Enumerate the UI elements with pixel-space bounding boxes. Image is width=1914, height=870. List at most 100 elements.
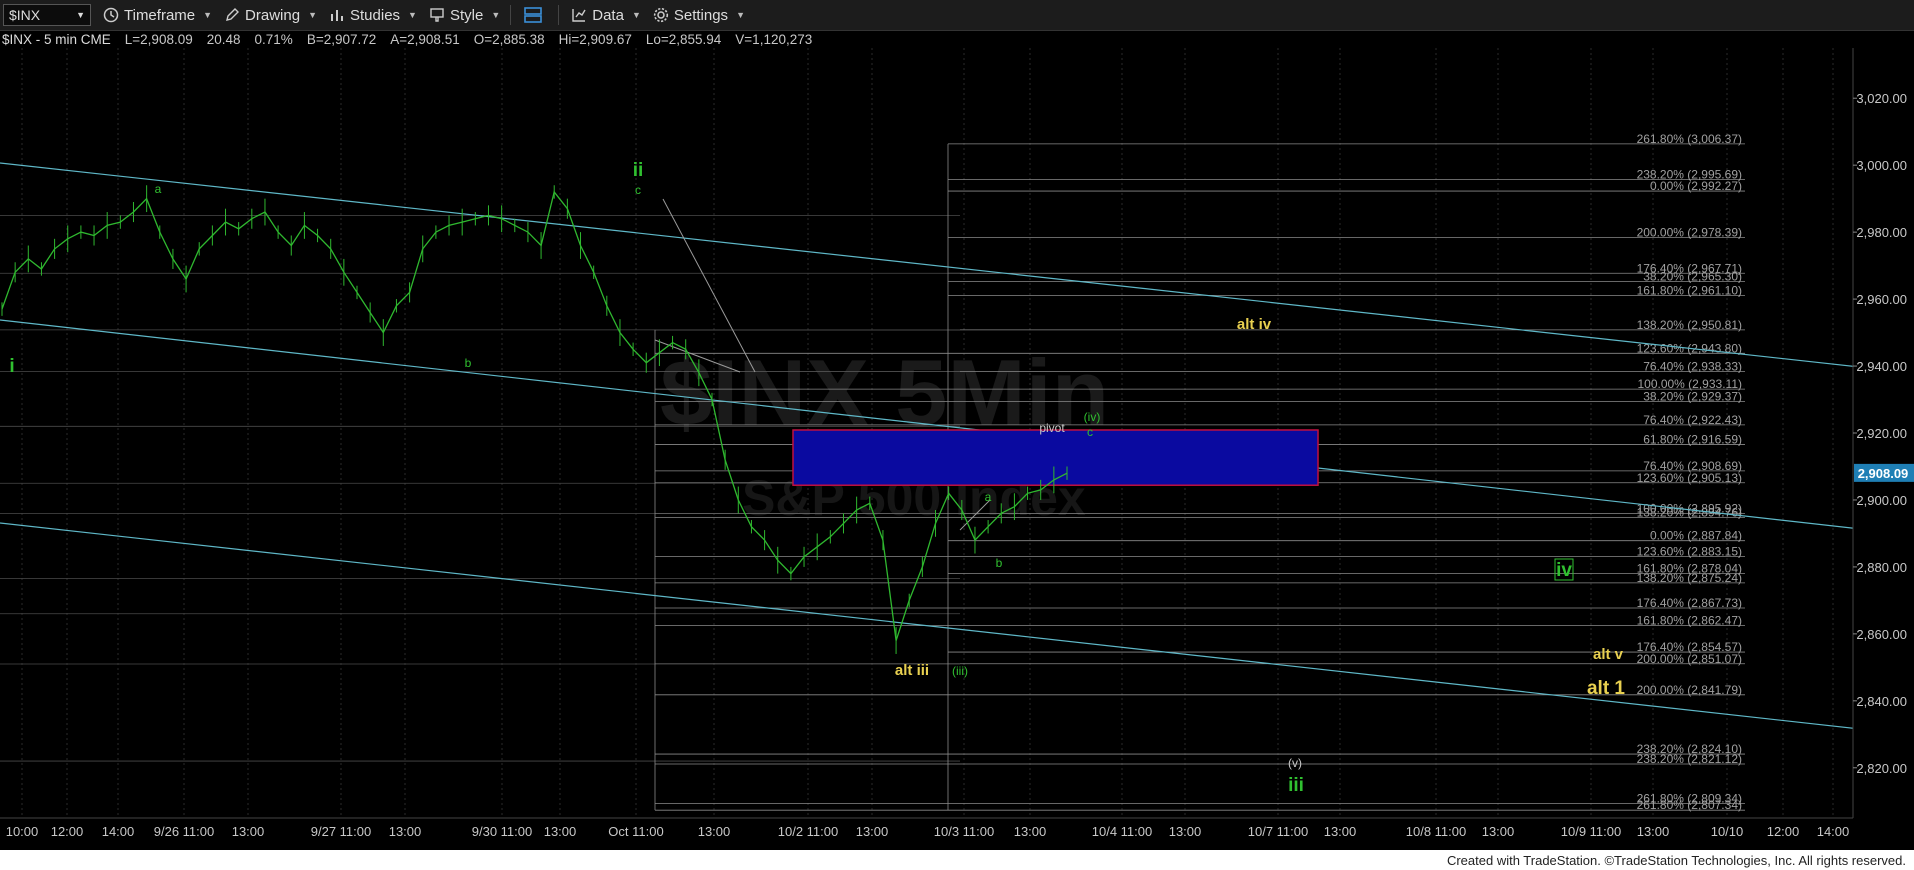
gear-icon <box>653 7 668 23</box>
price-tick-label: 2,920.00 <box>1856 426 1907 441</box>
fib-level-label: 38.20% (2,965.30) <box>1643 269 1742 283</box>
quote-info-bar: $INX - 5 min CME L=2,908.09 20.48 0.71% … <box>0 30 812 48</box>
high-value: Hi=2,909.67 <box>558 31 632 47</box>
studies-label: Studies <box>350 6 401 24</box>
time-tick-label: 13:00 <box>1482 824 1515 839</box>
symbol-info: $INX - 5 min CME <box>2 31 111 47</box>
bar-chart-icon <box>331 10 343 21</box>
caret-icon: ▼ <box>631 10 641 20</box>
time-tick-label: 10/10 <box>1711 824 1744 839</box>
caret-icon: ▼ <box>491 10 501 20</box>
wave-label: iv <box>1556 560 1572 581</box>
fib-level-label: 138.20% (2,894.76) <box>1637 505 1742 519</box>
wave-label: pivot <box>1039 421 1065 435</box>
caret-icon: ▼ <box>308 10 317 20</box>
wave-label: alt v <box>1593 646 1624 663</box>
symbol-text: $INX <box>9 7 41 23</box>
style-label: Style <box>449 6 484 24</box>
wave-label: (iii) <box>952 664 968 678</box>
style-menu[interactable]: Style ▼ <box>429 7 500 24</box>
wave-label: iii <box>1288 775 1304 796</box>
time-tick-label: 13:00 <box>698 824 731 839</box>
wave-label: b <box>996 556 1003 570</box>
change-value: 20.48 <box>206 31 241 47</box>
copyright-footer: Created with TradeStation. ©TradeStation… <box>1446 853 1906 868</box>
wave-label: alt 1 <box>1587 678 1625 699</box>
price-tick-label: 2,880.00 <box>1856 560 1907 575</box>
price-tick-label: 2,940.00 <box>1856 359 1907 374</box>
wave-label: b <box>465 356 472 370</box>
wave-label: a <box>985 490 992 504</box>
caret-icon: ▼ <box>736 10 745 20</box>
fib-level-label: 161.80% (2,862.47) <box>1637 614 1742 628</box>
wave-label: c <box>635 183 641 197</box>
fib-level-label: 76.40% (2,938.33) <box>1643 360 1742 374</box>
time-tick-label: 10/7 11:00 <box>1248 824 1308 839</box>
price-chart[interactable]: $INX 5Min S&P 500 Index 261.80% (3,006.3… <box>0 0 1914 870</box>
time-tick-label: 14:00 <box>1817 824 1850 839</box>
toolbar: $INX ▼ Timeframe ▼ Drawing ▼ Studies ▼ Styl… <box>0 0 1914 31</box>
price-axis: 3,020.00 3,000.00 2,980.00 2,960.00 2,940.00… <box>1852 48 1914 818</box>
wave-label: (iv) <box>1084 410 1101 424</box>
time-tick-label: 10/8 11:00 <box>1406 824 1466 839</box>
fib-level-label: 200.00% (2,978.39) <box>1637 226 1742 240</box>
fib-level-label: 200.00% (2,851.07) <box>1637 652 1742 666</box>
low-value: Lo=2,855.94 <box>645 31 722 47</box>
bid-value: B=2,907.72 <box>306 31 377 47</box>
timeframe-menu[interactable]: Timeframe ▼ <box>103 7 212 24</box>
drawing-label: Drawing <box>245 6 301 24</box>
ask-value: A=2,908.51 <box>390 31 460 47</box>
time-tick-label: 13:00 <box>232 824 265 839</box>
time-axis: 10:00 12:00 14:00 9/26 11:00 13:00 9/27 11:00… <box>0 817 1853 839</box>
data-icon <box>572 9 586 22</box>
fib-level-label: 200.00% (2,841.79) <box>1637 683 1742 697</box>
time-tick-label: 13:00 <box>1324 824 1357 839</box>
time-tick-label: 10/3 11:00 <box>934 824 994 839</box>
fib-level-label: 123.60% (2,905.13) <box>1637 471 1742 485</box>
brush-icon <box>430 8 444 22</box>
time-tick-label: 13:00 <box>389 824 422 839</box>
data-menu[interactable]: Data ▼ <box>571 7 641 24</box>
time-tick-label: Oct 11:00 <box>608 824 663 839</box>
pivot-zone-box[interactable] <box>792 429 1319 486</box>
pct-change-value: 0.71% <box>254 31 293 47</box>
time-tick-label: 13:00 <box>1014 824 1047 839</box>
time-tick-label: 12:00 <box>1767 824 1800 839</box>
toolbar-divider <box>558 5 560 25</box>
symbol-selector[interactable]: $INX ▼ <box>3 4 91 26</box>
time-tick-label: 10:00 <box>6 824 39 839</box>
studies-menu[interactable]: Studies ▼ <box>329 7 417 24</box>
fib-level-label: 0.00% (2,992.27) <box>1650 179 1742 193</box>
fib-level-label: 176.40% (2,867.73) <box>1637 596 1742 610</box>
fib-level-label: 261.80% (3,006.37) <box>1637 132 1742 146</box>
wave-label: c <box>1087 425 1093 439</box>
fib-level-label: 76.40% (2,922.43) <box>1643 413 1742 427</box>
last-price-tag: 2,908.09 <box>1854 463 1914 482</box>
time-tick-label: 9/27 11:00 <box>311 824 371 839</box>
price-tick-label: 2,860.00 <box>1856 627 1907 642</box>
price-tick-label: 2,820.00 <box>1856 761 1907 776</box>
time-tick-label: 10/9 11:00 <box>1561 824 1621 839</box>
fib-level-label: 161.80% (2,961.10) <box>1637 283 1742 297</box>
time-tick-label: 13:00 <box>544 824 577 839</box>
last-value: L=2,908.09 <box>124 31 193 47</box>
wave-label: a <box>155 182 162 196</box>
drawing-menu[interactable]: Drawing ▼ <box>224 7 317 24</box>
wave-label: i <box>9 356 14 377</box>
pencil-icon <box>226 8 240 21</box>
timeframe-label: Timeframe <box>124 6 196 24</box>
time-tick-label: 13:00 <box>856 824 889 839</box>
channel-line <box>0 522 1914 736</box>
settings-menu[interactable]: Settings ▼ <box>653 7 745 24</box>
layout-button[interactable] <box>523 5 548 25</box>
time-tick-label: 13:00 <box>1637 824 1670 839</box>
price-tick-label: 3,000.00 <box>1856 158 1907 173</box>
fib-level-label: 238.20% (2,821.12) <box>1637 752 1742 766</box>
fib-level-label: 61.80% (2,916.59) <box>1643 432 1742 446</box>
time-tick-label: 10/2 11:00 <box>778 824 838 839</box>
time-tick-label: 14:00 <box>102 824 135 839</box>
fib-level-label: 0.00% (2,887.84) <box>1650 529 1742 543</box>
layout-icon <box>524 7 543 23</box>
price-tick-label: 2,840.00 <box>1856 694 1907 709</box>
time-tick-label: 12:00 <box>51 824 84 839</box>
